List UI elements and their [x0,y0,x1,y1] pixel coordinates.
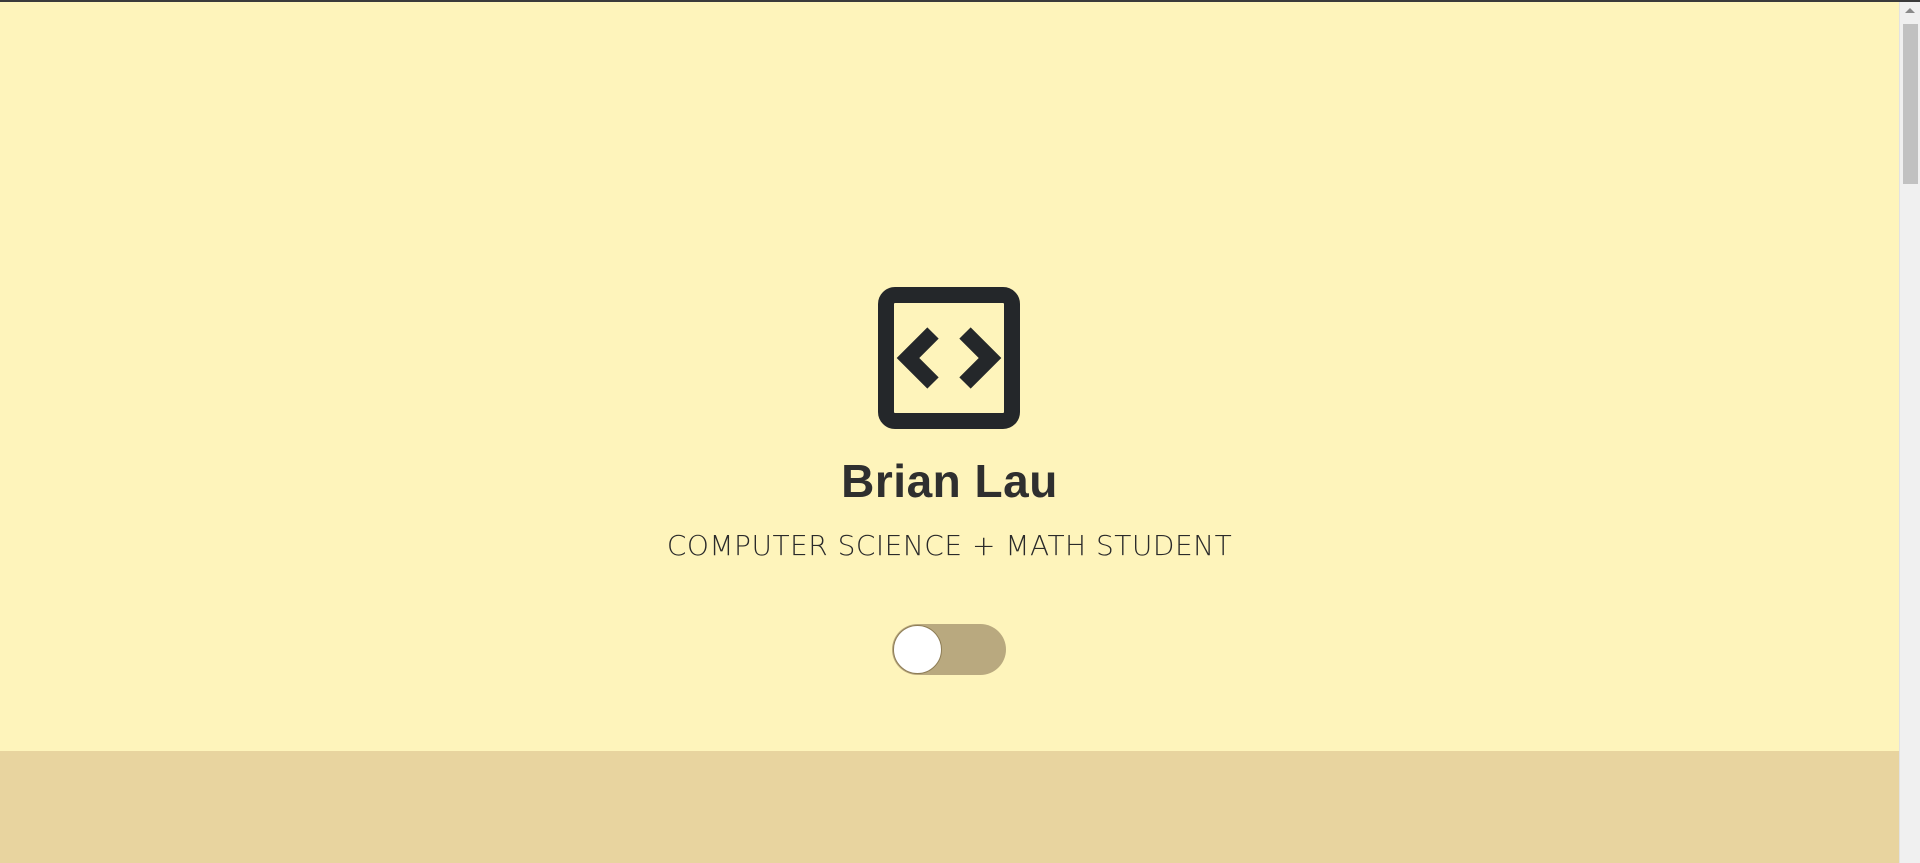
theme-toggle[interactable] [892,624,1006,675]
page-subtitle: COMPUTER SCIENCE + MATH STUDENT [666,529,1233,562]
scrollbar-thumb[interactable] [1903,24,1918,184]
hero-section: Brian Lau COMPUTER SCIENCE + MATH STUDEN… [0,2,1899,751]
page: Brian Lau COMPUTER SCIENCE + MATH STUDEN… [0,0,1920,863]
toggle-knob[interactable] [893,625,942,674]
page-title: Brian Lau [841,455,1058,507]
chevron-up-icon[interactable] [1905,8,1915,13]
code-brackets-icon [878,287,1020,429]
vertical-scrollbar[interactable] [1899,2,1920,863]
next-section [0,751,1899,863]
